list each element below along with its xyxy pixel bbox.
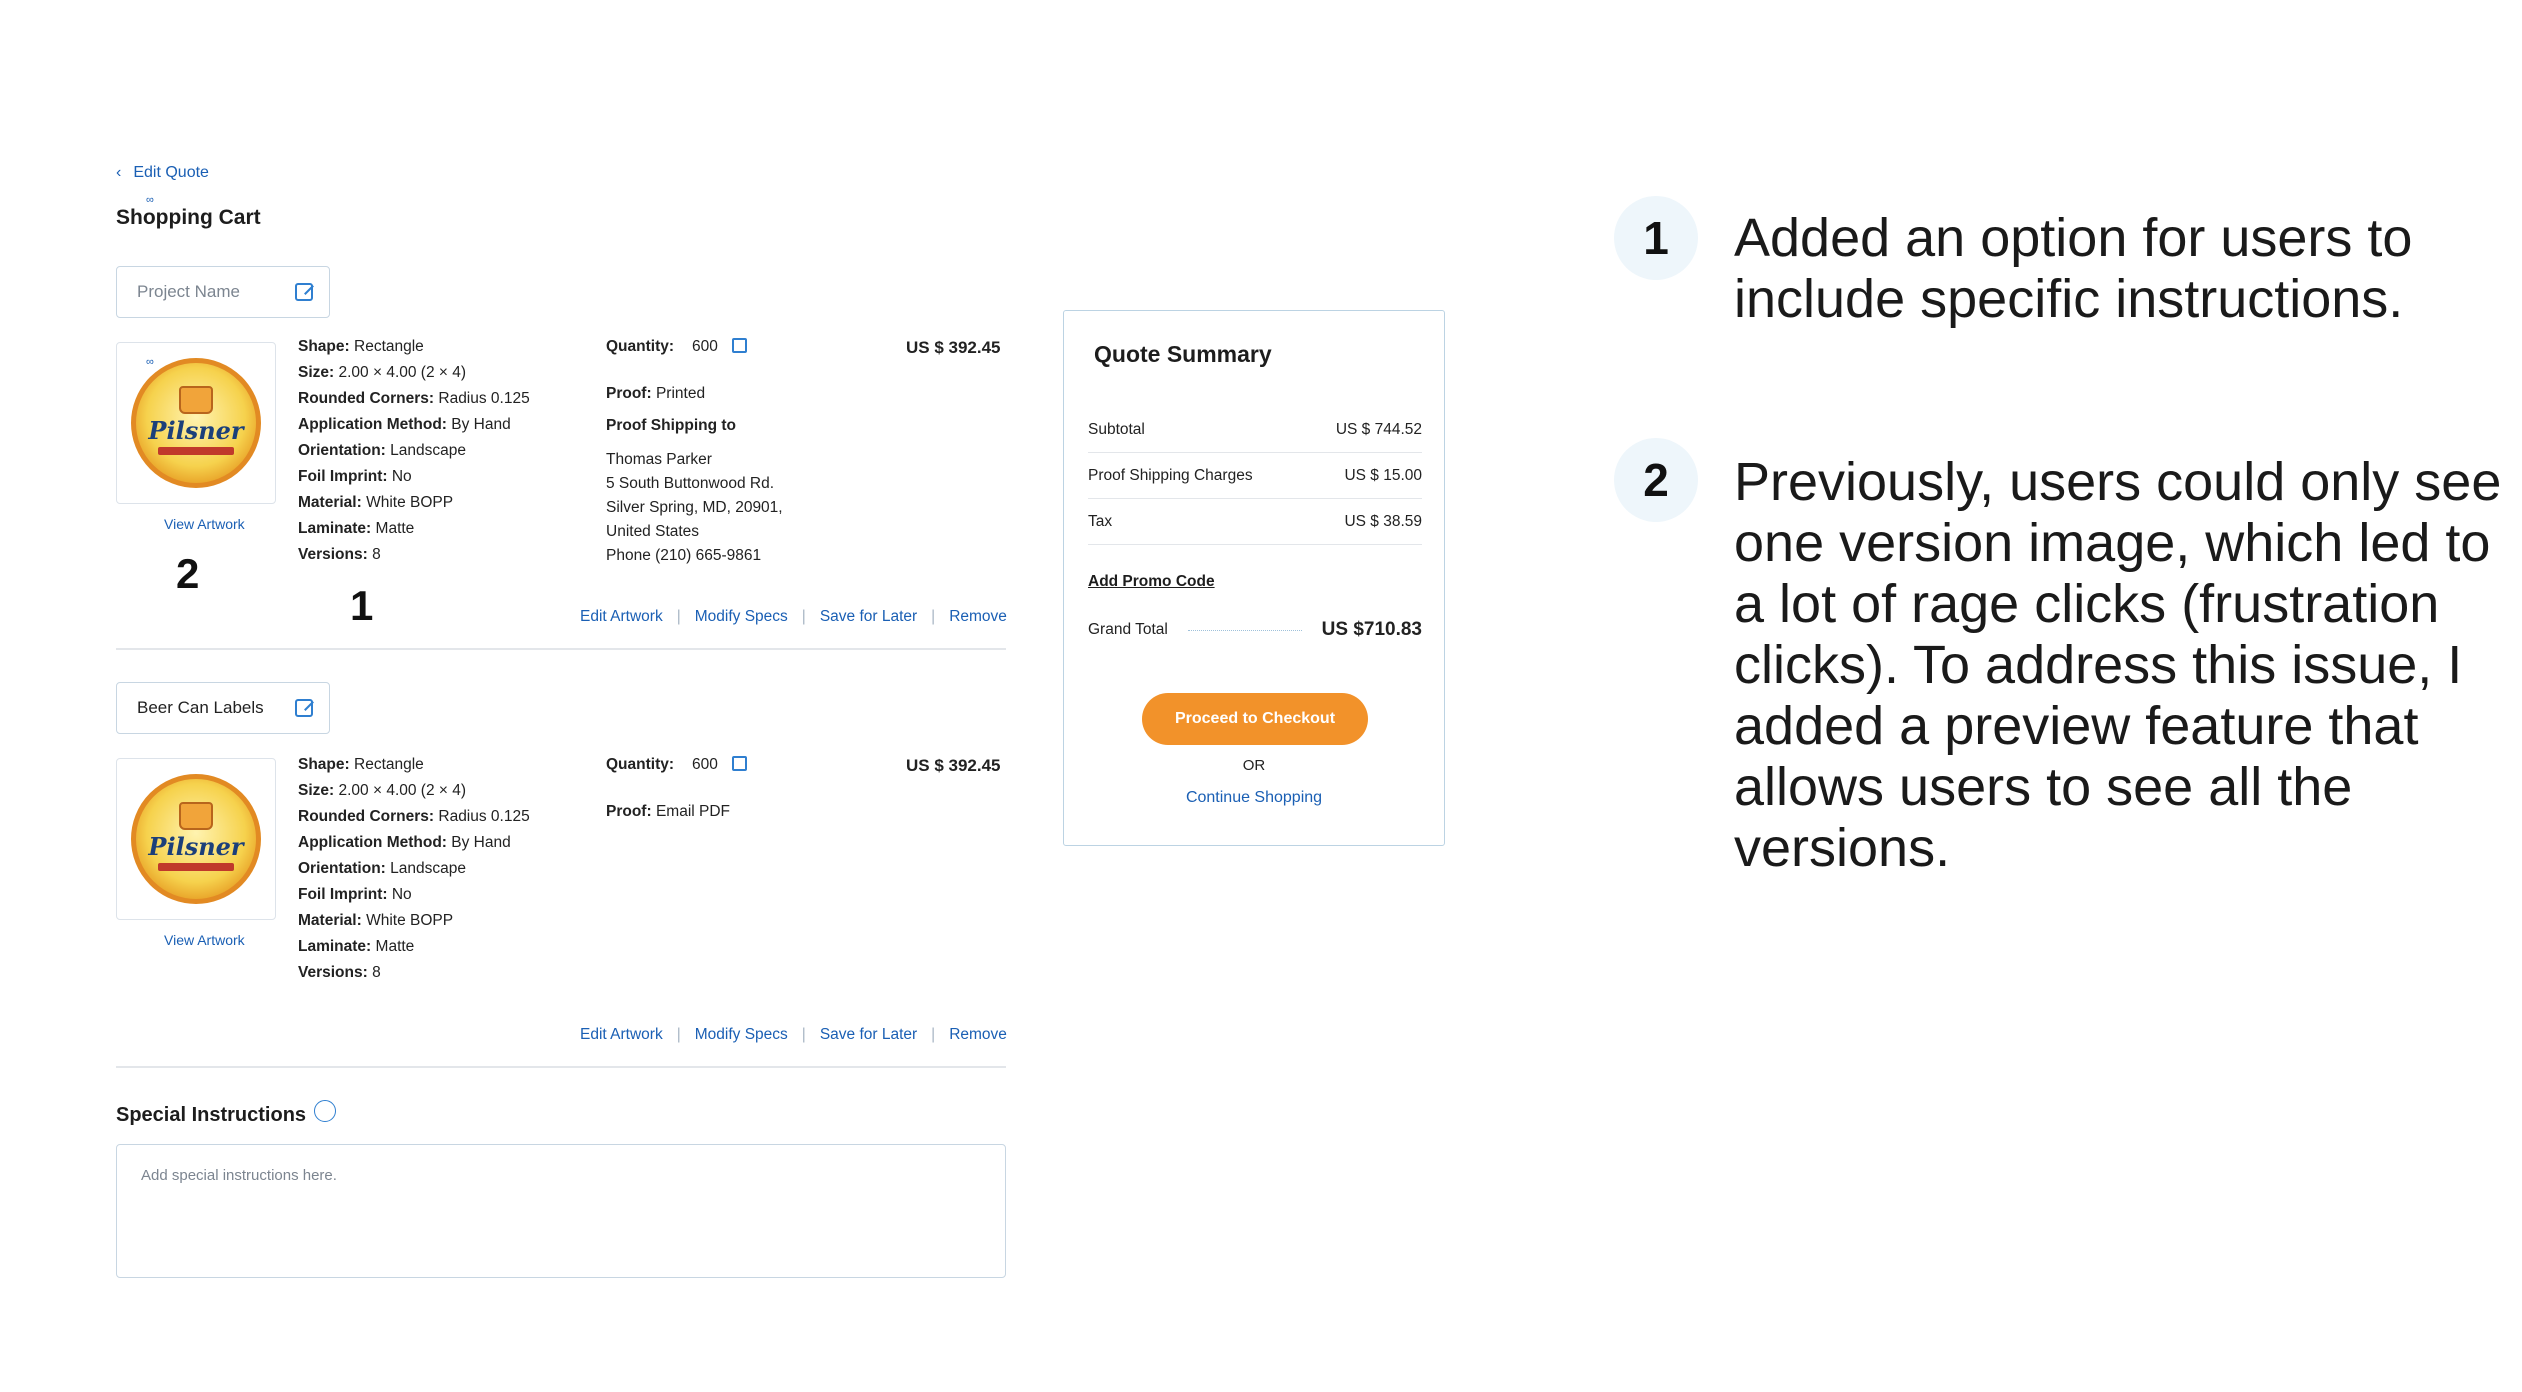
remove-link[interactable]: Remove [949,1026,1007,1044]
project-name-placeholder: Project Name [137,282,240,301]
shipping-row: Proof Shipping Charges US $ 15.00 [1088,467,1422,499]
infinity-icon: ∞ [146,194,154,206]
proof-info: Proof: Printed Proof Shipping to Thomas … [606,382,783,568]
item-price: US $ 392.45 [906,756,1001,775]
infinity-icon: ∞ [146,356,154,368]
add-promo-code-link[interactable]: Add Promo Code [1088,573,1215,591]
special-instructions-heading: Special Instructions [116,1099,337,1127]
edit-artwork-link[interactable]: Edit Artwork [580,608,663,626]
proof-info: Proof: Email PDF [606,803,731,820]
page-title: Shopping Cart [116,206,261,229]
proceed-to-checkout-button[interactable]: Proceed to Checkout [1142,693,1368,745]
annotation-marker-2: 2 [176,550,200,597]
separator: | [801,608,806,625]
separator: | [801,1026,806,1043]
beer-mug-icon [179,385,213,414]
quantity-field[interactable]: Quantity: 600 [606,756,747,774]
edit-artwork-link[interactable]: Edit Artwork [580,1026,663,1044]
divider [116,1066,1006,1068]
item-actions: Edit Artwork | Modify Specs | Save for L… [580,608,1007,626]
chevron-left-icon: ‹ [116,164,122,181]
edit-quote-label: Edit Quote [133,164,209,181]
view-artwork-link[interactable]: View Artwork [164,516,245,532]
save-for-later-link[interactable]: Save for Later [820,1026,917,1044]
tax-row: Tax US $ 38.59 [1088,513,1422,545]
project-name-field[interactable]: Beer Can Labels [116,682,330,734]
edit-icon[interactable] [731,756,747,771]
label-ribbon [158,446,234,455]
project-name-field[interactable]: Project Name [116,266,330,318]
separator: | [676,608,681,625]
item-price: US $ 392.45 [906,338,1001,357]
item-specs: Shape: Rectangle Size: 2.00 × 4.00 (2 × … [298,338,530,563]
divider [116,648,1006,650]
project-name-value: Beer Can Labels [137,698,264,717]
special-instructions-placeholder: Add special instructions here. [141,1167,337,1184]
dotted-leader [1187,629,1302,631]
continue-shopping-link[interactable]: Continue Shopping [1064,789,1444,807]
modify-specs-link[interactable]: Modify Specs [695,1026,788,1044]
info-circle-icon[interactable] [314,1099,337,1122]
item-actions: Edit Artwork | Modify Specs | Save for L… [580,1026,1007,1044]
save-for-later-link[interactable]: Save for Later [820,608,917,626]
quote-summary-panel: Quote Summary Subtotal US $ 744.52 Proof … [1063,310,1445,846]
separator: | [676,1026,681,1043]
grand-total-row: Grand Total US $710.83 [1088,619,1422,640]
beer-mug-icon [179,801,213,830]
or-divider-text: OR [1242,757,1266,774]
artwork-thumbnail[interactable]: Pilsner [116,342,276,504]
modify-specs-link[interactable]: Modify Specs [695,608,788,626]
edit-quote-link[interactable]: ‹ Edit Quote [116,164,209,182]
note-number-badge: 1 [1614,196,1698,280]
special-instructions-title: Special Instructions [116,1104,307,1126]
item-specs: Shape: Rectangle Size: 2.00 × 4.00 (2 × … [298,756,530,981]
quote-summary-title: Quote Summary [1094,341,1272,367]
label-ribbon [158,862,234,871]
separator: | [931,608,936,625]
subtotal-row: Subtotal US $ 744.52 [1088,421,1422,453]
pilsner-label-image: Pilsner [131,774,261,904]
label-brand-text: Pilsner [148,415,244,445]
edit-icon[interactable] [295,283,313,301]
shipping-address: Thomas Parker 5 South Buttonwood Rd. Sil… [606,451,783,564]
remove-link[interactable]: Remove [949,608,1007,626]
edit-icon[interactable] [295,699,313,717]
edit-icon[interactable] [731,338,747,353]
separator: | [931,1026,936,1043]
quantity-field[interactable]: Quantity: 600 [606,338,747,356]
special-instructions-input[interactable]: Add special instructions here. [116,1144,1006,1278]
note-text: Previously, users could only see one ver… [1734,452,2502,878]
label-brand-text: Pilsner [148,831,244,861]
view-artwork-link[interactable]: View Artwork [164,932,245,948]
note-number-badge: 2 [1614,438,1698,522]
artwork-thumbnail[interactable]: Pilsner [116,758,276,920]
annotation-marker-1: 1 [350,582,374,629]
note-text: Added an option for users to include spe… [1734,208,2413,329]
pilsner-label-image: Pilsner [131,358,261,488]
